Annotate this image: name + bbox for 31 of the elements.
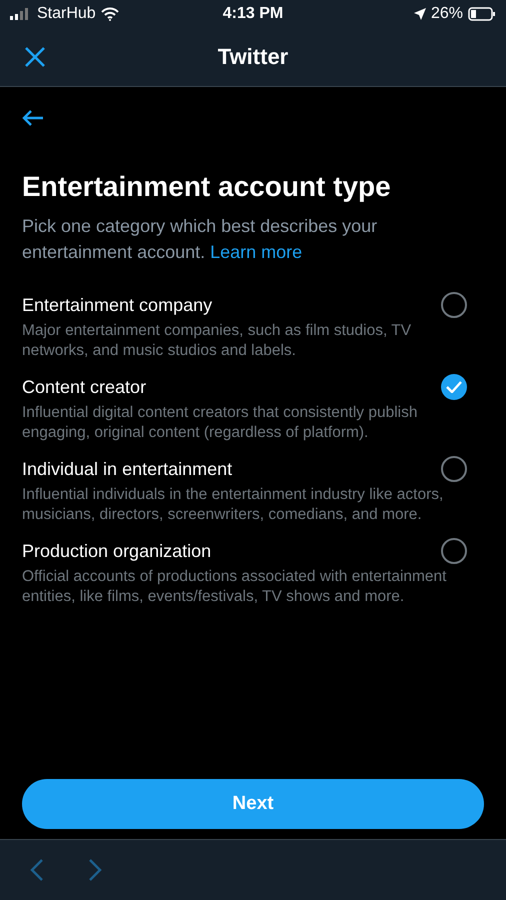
wifi-icon	[100, 7, 119, 21]
clock-time: 4:13 PM	[222, 5, 284, 23]
forward-nav-button[interactable]	[88, 858, 102, 882]
learn-more-link[interactable]: Learn more	[210, 242, 302, 262]
back-button[interactable]	[22, 109, 44, 127]
radio-button[interactable]	[441, 538, 467, 564]
battery-icon	[468, 7, 496, 21]
option-description: Influential individuals in the entertainment industry like actors, musicians, directors, screenwriters, comedians, and more.	[22, 485, 444, 525]
description-text: Pick one category which best describes your entertainment account. Learn more	[22, 215, 378, 264]
option-label: Production organization	[22, 540, 212, 562]
checkmark-icon	[446, 381, 462, 393]
option-description: Official accounts of productions associated with entertainment entities, like films, events/festivals, TV shows and more.	[22, 567, 448, 607]
page-heading: Entertainment account type	[22, 171, 392, 203]
location-arrow-icon	[414, 8, 426, 20]
radio-button[interactable]	[441, 456, 467, 482]
option-description: Major entertainment companies, such as film studios, TV networks, and music studios and labels.	[22, 321, 412, 361]
option-description: Influential digital content creators that consistently publish engaging, original content (regardless of platform).	[22, 403, 418, 443]
chevron-left-icon	[30, 858, 44, 882]
option-label: Entertainment company	[22, 294, 212, 316]
battery-percent: 26%	[430, 5, 463, 23]
option-label: Content creator	[22, 376, 146, 398]
close-button[interactable]	[24, 46, 46, 68]
back-arrow-icon	[22, 109, 44, 127]
chevron-right-icon	[88, 858, 102, 882]
radio-button[interactable]	[441, 374, 467, 400]
carrier-name: StarHub	[37, 5, 96, 23]
option-label: Individual in entertainment	[22, 458, 232, 480]
radio-button[interactable]	[441, 292, 467, 318]
back-nav-button[interactable]	[30, 858, 44, 882]
close-icon	[24, 46, 46, 68]
window-title: Twitter	[218, 44, 288, 70]
